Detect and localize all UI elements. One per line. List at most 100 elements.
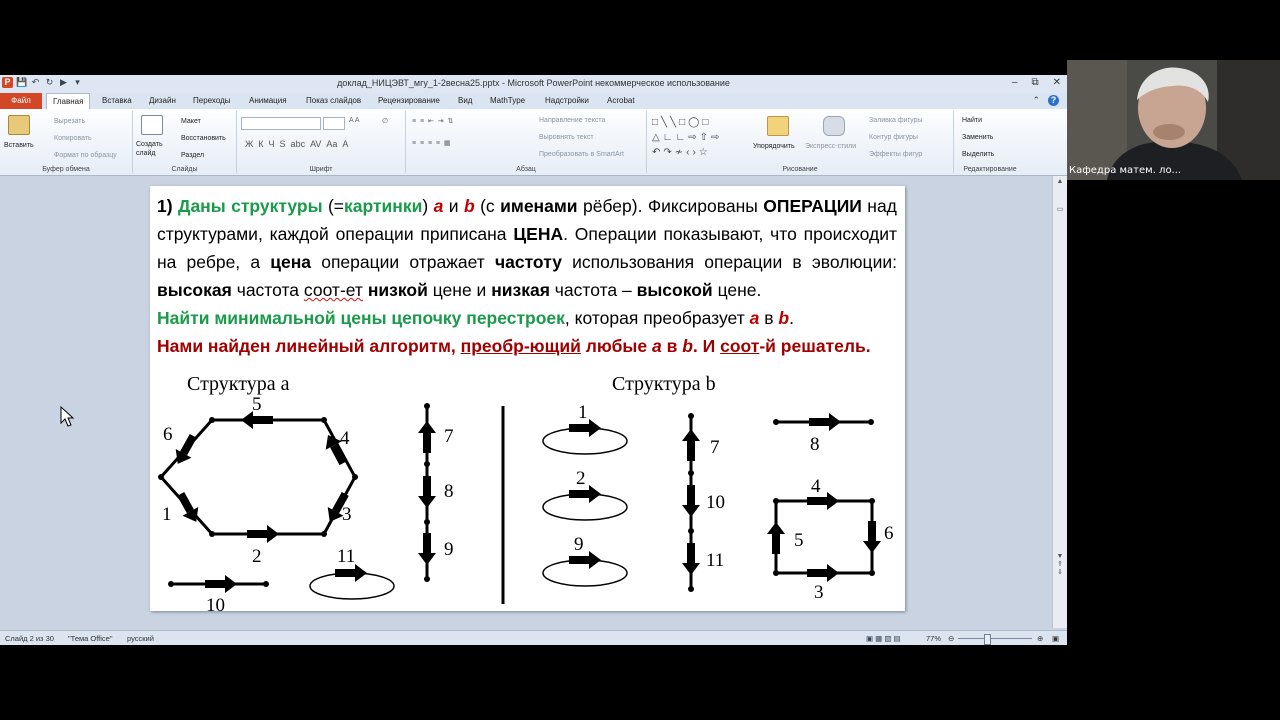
quick-styles-icon[interactable] [823, 116, 845, 136]
paste-icon[interactable] [8, 115, 30, 135]
edge-label-2: 2 [252, 546, 262, 567]
zoom-slider-handle[interactable] [984, 634, 991, 645]
clear-format-icon[interactable]: ∅ [382, 117, 388, 125]
edge-label-b6: 6 [884, 523, 894, 544]
section-button[interactable]: Раздел [181, 152, 204, 159]
tab-file[interactable]: Файл [0, 93, 42, 109]
text-high: высокая [157, 280, 232, 300]
scroll-thumb[interactable]: ▭ [1053, 205, 1067, 213]
tab-acrobat[interactable]: Acrobat [607, 93, 635, 109]
new-slide-icon[interactable] [141, 115, 163, 135]
replace-button[interactable]: Заменить [962, 134, 993, 141]
maximize-icon[interactable]: ⧉ [1031, 77, 1038, 88]
language-indicator[interactable]: русский [127, 634, 154, 643]
text-fragment: (= [327, 196, 344, 216]
align-icons[interactable]: ≡ ≡ ≡ ≡ ▦ [412, 139, 451, 147]
slides-label: Слайды [171, 166, 198, 173]
speaker-video-frame [1067, 60, 1280, 180]
var-a: a [433, 196, 444, 216]
slide-canvas[interactable]: 1) Даны структуры (=картинки) a и b (с и… [150, 186, 905, 611]
zoom-in-icon[interactable]: ⊕ [1037, 634, 1043, 643]
zoom-percent[interactable]: 77% [926, 634, 941, 643]
font-size-field[interactable] [323, 117, 345, 130]
edge-label-9: 9 [444, 539, 454, 560]
edge-arrow-b11 [682, 543, 700, 575]
tab-design[interactable]: Дизайн [149, 93, 176, 109]
participant-name: Кафедра матем. ло... [1069, 165, 1182, 176]
scroll-up-icon[interactable]: ▲ [1053, 178, 1067, 185]
edge-arrow-8 [418, 476, 436, 508]
arrange-button[interactable]: Упорядочить [753, 143, 795, 150]
text-fragment: частота – [554, 280, 632, 300]
arrange-icon[interactable] [767, 116, 789, 136]
vertical-scrollbar[interactable]: ▲ ▭ ▼ ⇑ ⇓ [1052, 176, 1067, 628]
text-fragment: рёбер). Фиксированы [582, 196, 758, 216]
item-number: 1) [157, 196, 173, 216]
ribbon-tabs: Файл Главная Вставка Дизайн Переходы Ани… [0, 93, 1067, 111]
text-direction-button[interactable]: Направление текста [539, 117, 605, 124]
tab-view[interactable]: Вид [458, 93, 472, 109]
tab-transitions[interactable]: Переходы [193, 93, 231, 109]
zoom-slider[interactable] [958, 638, 1032, 639]
select-button[interactable]: Выделить [962, 151, 994, 158]
next-slide-icon[interactable]: ⇓ [1053, 568, 1067, 576]
text-fragment: использования операции в эволюции: [572, 252, 897, 272]
list-icons[interactable]: ≡ ≡ ⇤ ⇥ ⇅ [412, 117, 453, 125]
shape-outline-button[interactable]: Контур фигуры [869, 134, 918, 141]
edge-label-b7: 7 [710, 437, 720, 458]
tab-slideshow[interactable]: Показ слайдов [306, 93, 361, 109]
font-family-field[interactable] [241, 117, 321, 130]
var-b: b [778, 308, 790, 328]
window-title: доклад_НИЦЭВТ_мгу_1-2весна25.pptx - Micr… [337, 78, 730, 88]
text-frequency: частоту [494, 252, 562, 272]
view-normal-icon[interactable]: ▣ ▦ ▧ ▤ [866, 634, 901, 643]
webcam-video: Кафедра матем. ло... [1067, 60, 1280, 180]
editing-group: Найти Заменить Выделить Редактирование [954, 111, 1026, 173]
help-area: ⌃ ? [1032, 95, 1059, 106]
text-fragment: . [789, 308, 794, 328]
shape-fill-button[interactable]: Заливка фигуры [869, 117, 922, 124]
paste-button[interactable]: Вставить [4, 142, 34, 149]
slide-counter: Слайд 2 из 30 [5, 634, 54, 643]
tab-mathtype[interactable]: MathType [490, 93, 525, 109]
close-icon[interactable]: ✕ [1053, 77, 1061, 88]
edge-arrow-b10 [682, 485, 700, 517]
font-size-buttons-icon[interactable]: A A [349, 117, 360, 124]
find-button[interactable]: Найти [962, 117, 982, 124]
scroll-down-icon[interactable]: ▼ [1053, 553, 1067, 560]
prev-slide-icon[interactable]: ⇑ [1053, 560, 1067, 568]
shape-effects-button[interactable]: Эффекты фигур [869, 151, 922, 158]
fit-slide-icon[interactable]: ▣ [1052, 634, 1059, 643]
paragraph-group: ≡ ≡ ⇤ ⇥ ⇅ ≡ ≡ ≡ ≡ ▦ Направление текста В… [406, 111, 647, 173]
quick-styles-button[interactable]: Экспресс-стили [805, 143, 856, 150]
paragraph-label: Абзац [516, 166, 536, 173]
edge-arrow-b8 [809, 413, 841, 431]
layout-button[interactable]: Макет [181, 118, 201, 125]
edge-arrow-b5 [767, 522, 785, 554]
align-text-button[interactable]: Выровнять текст [539, 134, 594, 141]
ribbon-collapse-icon[interactable]: ⌃ [1032, 95, 1040, 106]
tab-addins[interactable]: Надстройки [545, 93, 589, 109]
tab-insert[interactable]: Вставка [102, 93, 132, 109]
shapes-gallery-icon[interactable]: □╲╲□◯□ △∟∟⇨⇧⇨ ↶↷≁‹›☆ [652, 115, 742, 160]
clipboard-label: Буфер обмена [42, 166, 90, 173]
square-edges [774, 499, 874, 575]
text-fragment: , которая преобразует [564, 308, 745, 328]
bold-icon[interactable]: Ж К Ч S abc AV Aa A [245, 139, 348, 149]
copy-button[interactable]: Копировать [54, 135, 92, 142]
help-icon[interactable]: ? [1048, 95, 1059, 106]
reset-button[interactable]: Восстановить [181, 135, 226, 142]
edge-arrow-9 [418, 533, 436, 565]
cut-button[interactable]: Вырезать [54, 118, 85, 125]
smartart-button[interactable]: Преобразовать в SmartArt [539, 151, 624, 158]
edge-label-b2: 2 [576, 468, 586, 489]
var-b: b [463, 196, 475, 216]
tab-review[interactable]: Рецензирование [378, 93, 440, 109]
new-slide-button[interactable]: Создать слайд [136, 140, 166, 158]
text-price: ЦЕНА [513, 224, 564, 244]
text-fragment: цене. [717, 280, 762, 300]
minimize-icon[interactable]: – [1012, 77, 1018, 88]
zoom-out-icon[interactable]: ⊖ [948, 634, 954, 643]
tab-animation[interactable]: Анимация [249, 93, 287, 109]
format-painter-button[interactable]: Формат по образцу [54, 152, 117, 159]
